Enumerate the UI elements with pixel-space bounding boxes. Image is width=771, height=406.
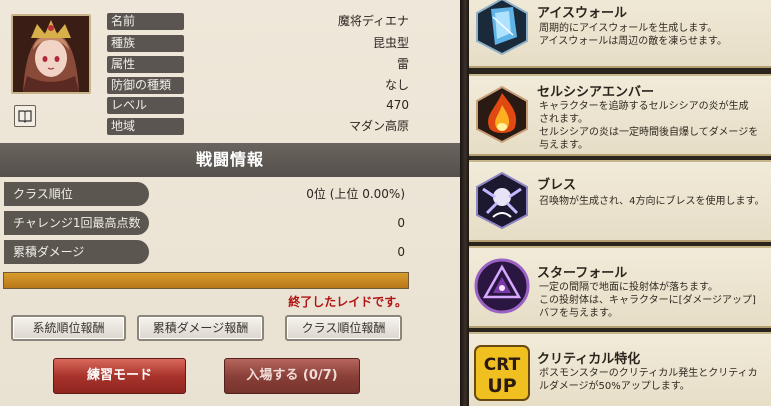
stat-row-class-rank: クラス順位 0位 (上位 0.00%) xyxy=(0,182,415,206)
info-value: 雷 xyxy=(396,57,409,71)
info-row-race: 種族 昆虫型 xyxy=(107,35,409,52)
skill-name: スターフォール xyxy=(537,266,628,281)
info-value: 魔将ディエナ xyxy=(337,14,409,28)
character-portrait xyxy=(11,14,91,94)
stat-value: 0 xyxy=(397,216,405,230)
skill-description: 周期的にアイスウォールを生成します。 アイスウォールは周辺の敵を凍らせます。 xyxy=(539,23,727,47)
star-fall-icon xyxy=(473,257,531,315)
stat-label: チャレンジ1回最高点数 xyxy=(4,211,149,235)
svg-text:UP: UP xyxy=(487,375,516,397)
info-row-defense: 防御の種類 なし xyxy=(107,77,409,94)
info-value: マダン高原 xyxy=(348,119,409,133)
breath-icon xyxy=(473,171,531,230)
skill-description: 召喚物が生成され、4方向にブレスを使用します。 xyxy=(539,196,765,207)
stat-row-total-damage: 累積ダメージ 0 xyxy=(0,240,415,264)
skill-card-celsicia-ember: セルシシアエンバー キャラクターを追跡するセルシシアの炎が生成 されます。 セル… xyxy=(469,74,771,156)
info-label: 防御の種類 xyxy=(107,77,184,94)
lineage-rank-reward-button[interactable]: 系統順位報酬 xyxy=(11,315,126,341)
info-row-name: 名前 魔将ディエナ xyxy=(107,13,409,30)
info-row-attribute: 属性 雷 xyxy=(107,56,409,73)
info-label: 種族 xyxy=(107,35,184,52)
info-label: レベル xyxy=(107,97,184,114)
info-label: 地域 xyxy=(107,118,184,135)
skill-card-critical: CRT UP クリティカル特化 ボスモンスターのクリティカル発生とクリティカ ル… xyxy=(469,332,771,406)
info-value: なし xyxy=(384,78,409,92)
class-rank-reward-button[interactable]: クラス順位報酬 xyxy=(285,315,402,341)
stat-label: クラス順位 xyxy=(4,182,149,206)
stat-row-best-score: チャレンジ1回最高点数 0 xyxy=(0,211,415,235)
stat-value: 0位 (上位 0.00%) xyxy=(306,187,405,201)
stat-value: 0 xyxy=(397,245,405,259)
info-label: 属性 xyxy=(107,56,184,73)
skill-description: キャラクターを追跡するセルシシアの炎が生成 されます。 セルシシアの炎は一定時間… xyxy=(539,101,759,151)
skill-card-star-fall: スターフォール 一定の間隔で地面に投射体が落ちます。 この投射体は、キャラクター… xyxy=(469,246,771,328)
practice-mode-button[interactable]: 練習モード xyxy=(53,358,186,394)
battle-info-header: 戦闘情報 xyxy=(0,143,460,177)
boss-skill-list: アイスウォール 周期的にアイスウォールを生成します。 アイスウォールは周辺の敵を… xyxy=(469,0,771,406)
info-row-region: 地域 マダン高原 xyxy=(107,118,409,135)
enter-button[interactable]: 入場する (0/7) xyxy=(224,358,360,394)
raid-progress-bar xyxy=(3,272,409,289)
skill-card-ice-wall: アイスウォール 周期的にアイスウォールを生成します。 アイスウォールは周辺の敵を… xyxy=(469,0,771,68)
ice-wall-icon xyxy=(473,0,531,56)
info-value: 昆虫型 xyxy=(372,36,409,50)
fire-ember-icon xyxy=(473,85,531,144)
raid-status-message: 終了したレイドです。 xyxy=(288,295,407,309)
book-icon[interactable] xyxy=(14,105,36,127)
info-label: 名前 xyxy=(107,13,184,30)
skill-name: アイスウォール xyxy=(537,6,627,21)
stat-label: 累積ダメージ xyxy=(4,240,149,264)
raid-progress-fill xyxy=(4,273,408,288)
svg-text:CRT: CRT xyxy=(484,355,521,375)
skill-name: クリティカル特化 xyxy=(537,352,641,367)
skill-card-breath: ブレス 召喚物が生成され、4方向にブレスを使用します。 xyxy=(469,160,771,242)
skill-description: 一定の間隔で地面に投射体が落ちます。 この投射体は、キャラクターに[ダメージアッ… xyxy=(539,282,756,319)
skill-description: ボスモンスターのクリティカル発生とクリティカ ルダメージが50%アップします。 xyxy=(539,368,758,392)
skill-name: ブレス xyxy=(537,178,577,193)
panel-divider xyxy=(460,0,469,406)
total-damage-reward-button[interactable]: 累積ダメージ報酬 xyxy=(137,315,264,341)
crt-up-icon: CRT UP xyxy=(473,344,531,402)
skill-name: セルシシアエンバー xyxy=(537,85,655,100)
info-row-level: レベル 470 xyxy=(107,97,409,114)
info-value: 470 xyxy=(386,98,409,112)
raid-info-panel: 名前 魔将ディエナ 種族 昆虫型 属性 雷 防御の種類 なし レベル 470 地… xyxy=(0,0,460,406)
